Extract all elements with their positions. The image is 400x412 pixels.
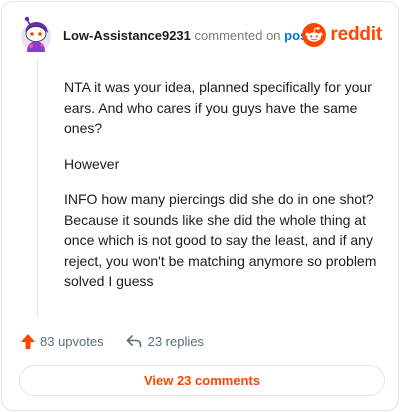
- comment-card: Low-Assistance9231 commented on post red…: [1, 1, 399, 411]
- comment-meta: Low-Assistance9231 commented on post: [63, 28, 312, 43]
- avatar[interactable]: [19, 16, 53, 54]
- comment-actions: 83 upvotes 23 replies: [20, 332, 204, 350]
- upvote-count: 83 upvotes: [40, 333, 104, 349]
- snoo-avatar-icon: [21, 16, 51, 52]
- comment-paragraph: INFO how many piercings did she do in on…: [64, 191, 377, 289]
- comment-paragraph: NTA it was your idea, planned specifical…: [64, 79, 372, 136]
- reply-arrow-icon: [126, 335, 141, 348]
- upvote-arrow-icon: [21, 333, 35, 349]
- comment-paragraph: However: [64, 155, 120, 172]
- upvote-button[interactable]: 83 upvotes: [20, 333, 104, 350]
- username[interactable]: Low-Assistance9231: [63, 28, 191, 43]
- replies-button[interactable]: 23 replies: [126, 334, 204, 349]
- comment-header: Low-Assistance9231 commented on post red…: [19, 16, 382, 54]
- reply-count: 23 replies: [147, 333, 204, 349]
- commented-on-text: commented on: [194, 28, 281, 43]
- view-comments-button[interactable]: View 23 comments: [19, 365, 385, 396]
- comment-body: NTA it was your idea, planned specifical…: [64, 77, 382, 307]
- reddit-wordmark: reddit: [330, 24, 382, 45]
- reddit-logo[interactable]: reddit: [302, 22, 382, 48]
- reddit-logo-icon: [302, 23, 327, 47]
- thread-line: [37, 60, 38, 316]
